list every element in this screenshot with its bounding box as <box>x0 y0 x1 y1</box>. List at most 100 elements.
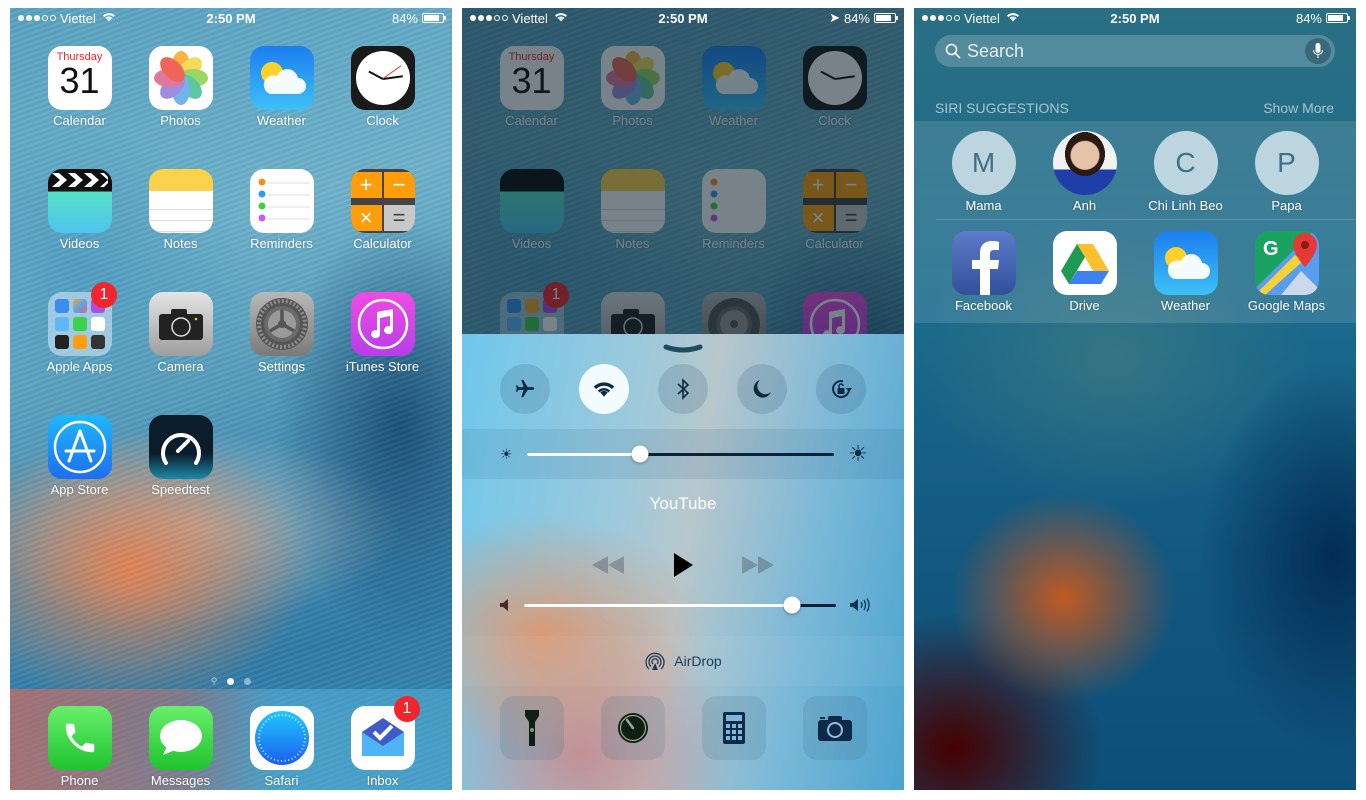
app-label: Inbox <box>366 773 399 788</box>
weather-icon <box>249 46 314 110</box>
contact-papa[interactable]: P Papa <box>1236 131 1337 213</box>
show-more-link[interactable]: Show More <box>1263 100 1334 116</box>
rotation-lock-toggle[interactable] <box>816 364 866 414</box>
app-clock[interactable]: Clock <box>332 46 433 128</box>
timer-icon <box>617 713 648 743</box>
app-label: Facebook <box>954 298 1013 313</box>
app-photos[interactable]: Photos <box>130 46 231 128</box>
bluetooth-toggle[interactable] <box>658 364 708 414</box>
now-playing: YouTube <box>462 480 904 635</box>
app-label: Safari <box>264 773 299 788</box>
page-dot-active <box>227 678 235 685</box>
dock-app-messages[interactable]: Messages <box>130 706 231 790</box>
dock-app-safari[interactable]: Safari <box>231 706 332 790</box>
search-icon <box>945 43 961 59</box>
phone-icon <box>47 706 112 770</box>
airplane-icon <box>515 379 535 398</box>
app-speedtest[interactable]: Speedtest <box>130 415 231 497</box>
camera-icon <box>148 292 213 356</box>
volume-high-icon <box>850 598 870 612</box>
carrier-name: Viettel <box>512 10 548 26</box>
dock-app-phone[interactable]: Phone <box>29 706 130 790</box>
search-input[interactable] <box>967 40 1299 62</box>
videos-icon <box>47 169 112 233</box>
do-not-disturb-toggle[interactable] <box>737 364 787 414</box>
wifi-toggle[interactable] <box>579 364 629 414</box>
suggested-app-google-maps[interactable]: G Google Maps <box>1236 231 1337 313</box>
spotlight-page-icon: ⚲ <box>210 676 218 686</box>
app-folder-apple-apps[interactable]: 1 Apple Apps <box>29 282 130 374</box>
home-screen: Viettel 2:50 PM 84% Thursday 31 Calendar <box>10 8 452 790</box>
app-label: Weather <box>1161 298 1210 313</box>
app-settings[interactable]: Settings <box>231 292 332 374</box>
page-dot <box>244 678 252 685</box>
app-reminders[interactable]: Reminders <box>231 169 332 251</box>
airplane-mode-toggle[interactable] <box>500 364 550 414</box>
carrier-name: Viettel <box>60 10 96 26</box>
section-title: SIRI SUGGESTIONS <box>935 100 1069 116</box>
app-label: Google Maps <box>1247 298 1326 313</box>
siri-suggestions: M Mama Anh C Chi Linh Beo P Papa Faceboo… <box>914 121 1356 323</box>
google-maps-icon: G <box>1254 231 1319 295</box>
app-itunes-store[interactable]: iTunes Store <box>332 292 433 374</box>
contact-anh[interactable]: Anh <box>1034 131 1135 213</box>
volume-slider[interactable] <box>524 596 836 614</box>
airdrop-label: AirDrop <box>674 653 722 669</box>
app-calendar[interactable]: Thursday 31 Calendar <box>29 46 130 128</box>
suggested-app-facebook[interactable]: Facebook <box>933 231 1034 313</box>
brightness-slider[interactable] <box>526 445 835 463</box>
calculator-icon <box>722 712 745 744</box>
app-videos[interactable]: Videos <box>29 169 130 251</box>
app-notes[interactable]: Notes <box>130 169 231 251</box>
divider <box>936 219 1356 220</box>
volume-fill <box>524 603 793 607</box>
search-bar[interactable] <box>935 35 1335 67</box>
airdrop-icon <box>645 652 665 670</box>
dock-app-inbox[interactable]: 1 Inbox <box>332 696 433 790</box>
speedtest-icon <box>148 415 213 479</box>
contact-mama[interactable]: M Mama <box>933 131 1034 213</box>
now-playing-title[interactable]: YouTube <box>462 494 904 514</box>
camera-icon <box>817 716 852 741</box>
avatar-photo <box>1052 131 1117 195</box>
notification-badge: 1 <box>394 696 420 722</box>
flashlight-button[interactable] <box>499 696 564 760</box>
photos-icon <box>148 46 213 110</box>
wifi-icon <box>102 11 116 25</box>
battery-percent: 84% <box>391 10 418 26</box>
brightness-fill <box>526 452 641 456</box>
contact-chi-linh-beo[interactable]: C Chi Linh Beo <box>1135 131 1236 213</box>
status-bar: Viettel 2:50 PM 84% <box>10 8 452 28</box>
suggested-app-weather[interactable]: Weather <box>1135 231 1236 313</box>
avatar: C <box>1153 131 1218 195</box>
timer-button[interactable] <box>600 696 665 760</box>
app-app-store[interactable]: App Store <box>29 415 130 497</box>
play-icon[interactable] <box>672 552 694 578</box>
rewind-icon[interactable] <box>592 556 624 574</box>
google-drive-icon <box>1052 231 1117 295</box>
app-weather[interactable]: Weather <box>231 46 332 128</box>
fast-forward-icon[interactable] <box>742 556 774 574</box>
carrier-name: Viettel <box>964 10 1000 26</box>
app-label: Apple Apps <box>46 359 113 374</box>
app-label: iTunes Store <box>345 359 420 374</box>
dictation-button[interactable] <box>1305 38 1331 64</box>
brightness-knob[interactable] <box>631 445 649 463</box>
app-label: Reminders <box>250 236 313 251</box>
calculator-button[interactable] <box>701 696 766 760</box>
grabber-handle[interactable] <box>663 344 703 354</box>
battery-icon <box>422 13 446 23</box>
suggested-app-drive[interactable]: Drive <box>1034 231 1135 313</box>
app-camera[interactable]: Camera <box>130 292 231 374</box>
airdrop-button[interactable]: AirDrop <box>462 636 904 686</box>
signal-icon <box>922 15 960 21</box>
camera-button[interactable] <box>802 696 867 760</box>
volume-knob[interactable] <box>783 596 801 614</box>
app-calculator[interactable]: + − × = Calculator <box>332 169 433 251</box>
toggle-row <box>462 364 904 414</box>
app-label: Drive <box>1069 298 1100 313</box>
page-indicator[interactable]: ⚲ <box>10 676 452 687</box>
siri-suggestions-header: SIRI SUGGESTIONS Show More <box>935 100 1334 116</box>
volume-row <box>462 596 904 614</box>
clock-icon <box>350 46 415 110</box>
